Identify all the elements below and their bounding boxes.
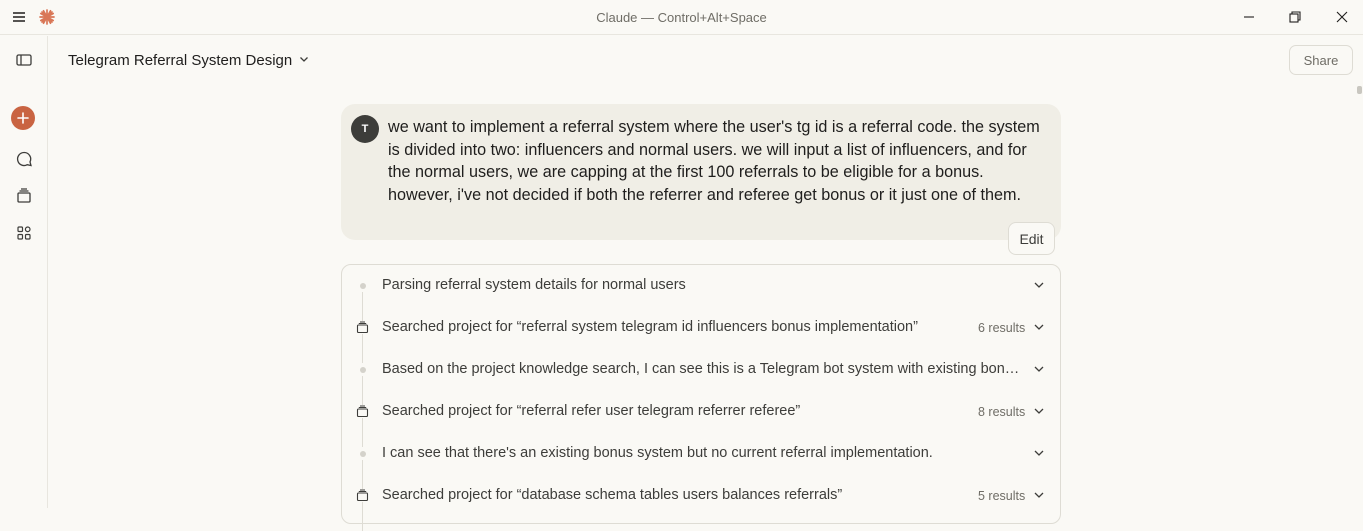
project-icon bbox=[356, 489, 369, 502]
edit-button[interactable]: Edit bbox=[1008, 222, 1055, 255]
projects-icon[interactable] bbox=[13, 185, 35, 207]
chat-title: Telegram Referral System Design bbox=[68, 52, 293, 69]
chat-title-dropdown[interactable]: Telegram Referral System Design bbox=[68, 52, 310, 69]
chevron-down-icon[interactable] bbox=[1032, 278, 1046, 292]
step-label: Searched project for “database schema ta… bbox=[382, 487, 843, 503]
step-row[interactable]: Searched project for “referral refer use… bbox=[342, 391, 1060, 433]
step-row[interactable]: Parsing referral system details for norm… bbox=[342, 265, 1060, 307]
project-icon bbox=[356, 405, 369, 418]
minimize-icon[interactable] bbox=[1238, 6, 1260, 28]
chevron-down-icon[interactable] bbox=[1032, 320, 1046, 334]
dot-icon bbox=[356, 447, 369, 460]
sidebar-toggle-icon[interactable] bbox=[13, 49, 35, 71]
step-label: Parsing referral system details for norm… bbox=[382, 277, 686, 293]
chevron-down-icon bbox=[298, 52, 310, 69]
title-bar: Claude — Control+Alt+Space bbox=[0, 0, 1363, 35]
thinking-steps-panel: Parsing referral system details for norm… bbox=[341, 264, 1061, 531]
dot-icon bbox=[356, 363, 369, 376]
scrollbar-thumb[interactable] bbox=[1357, 86, 1362, 94]
window-title: Claude — Control+Alt+Space bbox=[596, 10, 767, 25]
result-count: 5 results bbox=[978, 489, 1026, 503]
artifacts-icon[interactable] bbox=[13, 222, 35, 244]
share-button[interactable]: Share bbox=[1289, 45, 1353, 75]
user-message-text: we want to implement a referral system w… bbox=[388, 118, 1040, 204]
result-count: 8 results bbox=[978, 405, 1026, 419]
chats-icon[interactable] bbox=[13, 148, 35, 170]
step-row[interactable]: I can see that there's an existing bonus… bbox=[342, 433, 1060, 475]
step-label: I can see that there's an existing bonus… bbox=[382, 445, 933, 461]
left-rail bbox=[0, 36, 48, 508]
chevron-down-icon[interactable] bbox=[1032, 446, 1046, 460]
maximize-icon[interactable] bbox=[1284, 6, 1306, 28]
chevron-down-icon[interactable] bbox=[1032, 404, 1046, 418]
dot-icon bbox=[356, 279, 369, 292]
project-icon bbox=[356, 321, 369, 334]
step-label: Searched project for “referral refer use… bbox=[382, 403, 801, 419]
step-label: Searched project for “referral system te… bbox=[382, 319, 918, 335]
step-row[interactable]: Based on the project knowledge search, I… bbox=[342, 349, 1060, 391]
chevron-down-icon[interactable] bbox=[1032, 488, 1046, 502]
user-message: T we want to implement a referral system… bbox=[341, 104, 1061, 240]
result-count: 6 results bbox=[978, 321, 1026, 335]
chat-header: Telegram Referral System Design Share bbox=[49, 36, 1363, 84]
close-icon[interactable] bbox=[1331, 6, 1353, 28]
step-label: Based on the project knowledge search, I… bbox=[382, 361, 1022, 377]
step-row[interactable]: Searched project for “referral system te… bbox=[342, 307, 1060, 349]
new-chat-icon[interactable] bbox=[11, 106, 35, 130]
step-row[interactable]: Searched project for “database schema ta… bbox=[342, 475, 1060, 517]
avatar: T bbox=[351, 115, 379, 143]
chevron-down-icon[interactable] bbox=[1032, 362, 1046, 376]
